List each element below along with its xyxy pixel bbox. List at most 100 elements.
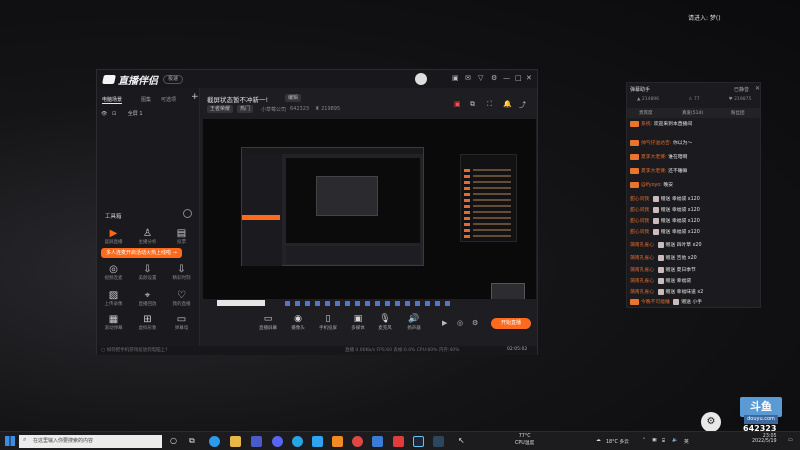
app-icon[interactable] [312,436,323,447]
stream-controls: ▭ 直播屏幕 ◉ 摄像头 ▯ 手机投屏 ▣ 多媒体 🎙 麦克风 🔊 扬声器 ▶ … [201,308,537,336]
tool-my-live[interactable]: ♡ 我的直播 [169,290,194,307]
popout-icon[interactable]: ⧉ [470,100,475,109]
control-screen[interactable]: ▭ 直播屏幕 [255,314,281,331]
tool-label: 竖屏直播 [104,240,123,245]
volume-icon[interactable]: 🔈 [672,438,678,443]
gift-message: 甜心问我 赠送 幸福袋 x120 [630,228,700,238]
mail-icon[interactable]: ✉ [465,74,471,82]
tool-beauty[interactable]: ⇩ 美颜设置 [135,264,160,281]
msg-text: 赠送 小手 [681,300,703,305]
gift-icon[interactable]: ▣ [452,74,459,82]
msg-user: 甜心问我 [630,208,650,213]
steam-icon[interactable] [413,436,424,447]
edit-tag[interactable]: 编辑 [285,94,302,102]
share-icon[interactable]: ⤴ [519,100,526,110]
app-icon[interactable] [251,436,262,447]
taskbar-search-input[interactable]: 在这里输入你要搜索的内容 [19,435,162,448]
camera-icon: ◉ [294,314,302,324]
close-icon[interactable]: ✕ [526,74,532,82]
control-media[interactable]: ▣ 多媒体 [345,314,371,331]
record-icon[interactable]: ▶ [442,319,447,327]
category-tag[interactable]: 王者荣耀 [207,105,234,113]
tab-fan-club[interactable]: 粉丝团 [731,110,745,116]
tab-vip[interactable]: 贵宾席 [639,110,653,116]
network-icon[interactable]: ⌸ [662,438,665,444]
cortana-icon[interactable]: ○ [170,436,177,445]
gift-icon [657,277,664,284]
maximize-icon[interactable]: □ [515,74,522,82]
badge-icon [630,181,639,188]
gift-message: 甜心问我 赠送 幸福袋 x120 [630,217,700,227]
app-icon[interactable] [393,436,404,447]
captured-taskbar [203,299,536,308]
tool-danmaku[interactable]: ▦ 滚动弹幕 [101,314,126,331]
tool-analysis[interactable]: ♙ 主播分析 [135,228,160,245]
minimize-icon[interactable]: — [503,74,510,82]
toolbox-settings-icon[interactable] [183,209,192,218]
clock[interactable]: 23:05 2022/5/19 [752,434,777,444]
notification-icon[interactable]: ▭ [788,438,793,443]
ime-indicator[interactable]: 英 [684,438,689,445]
edge-icon[interactable] [209,436,220,447]
stat-online: ♙ 77 [688,97,700,102]
danmaku-tabs: 贵宾席 真爱(514) 粉丝团 [627,108,760,118]
control-label: 多媒体 [351,326,365,331]
mic-icon: 🎙 [379,314,391,324]
gift-icon[interactable]: ▣ [454,100,461,108]
weather[interactable]: 18°C 多云 [606,438,629,445]
control-speaker[interactable]: 🔊 扬声器 [401,314,427,331]
explorer-icon[interactable] [230,436,241,447]
steam-icon[interactable]: ⚙ [701,412,721,432]
steam-icon[interactable] [433,436,444,447]
stream-preview[interactable] [203,119,536,308]
gift-icon [657,254,664,261]
tool-vertical-live[interactable]: ▶ 竖屏直播 [101,228,126,245]
bell-icon[interactable]: 🔔 [503,100,512,108]
danmaku-status[interactable]: 已静音 [734,86,749,93]
close-icon[interactable]: ✕ [755,85,760,92]
lock-icon[interactable]: ⊡ [112,111,116,117]
task-view-icon[interactable]: ⧉ [189,436,195,446]
version-pill[interactable]: 极速 [163,75,184,84]
tool-highlights[interactable]: ⇩ 精彩时刻 [169,264,194,281]
telegram-icon[interactable] [292,436,303,447]
tab-true-love[interactable]: 真爱(514) [682,110,703,116]
discord-icon[interactable] [272,436,283,447]
help-link[interactable]: ▢ 如何把手机游戏投放到电脑上? [101,347,168,353]
settings-icon[interactable]: ⚙ [491,74,497,82]
preview-icon[interactable]: ◎ [457,319,463,327]
nested-deep-capture [316,176,378,216]
control-phone[interactable]: ▯ 手机投屏 [315,314,341,331]
avatar[interactable] [415,73,427,85]
tool-replay[interactable]: ⌖ 直播回放 [135,290,160,307]
go-live-button[interactable]: 开始直播 [491,318,531,329]
tab-options[interactable]: 可选项 [161,96,176,103]
gift-icon [673,298,680,305]
add-scene-button[interactable]: + [191,92,199,102]
tool-avatar[interactable]: ⊞ 虚拟形象 [135,314,160,331]
eye-icon[interactable]: 👁 [101,111,107,117]
tray-app-icon[interactable]: ▣ [652,438,657,443]
windows-start-icon[interactable] [5,436,15,446]
tool-danmaku-wall[interactable]: ▭ 弹幕墙 [169,314,194,331]
subcategory-tag[interactable]: 热门 [237,105,254,113]
tool-vote[interactable]: ▤ 投票 [169,228,194,245]
promo-tooltip[interactable]: 多人连麦开启活动火热上线啦 → [101,248,182,258]
control-mic[interactable]: 🎙 麦克风 [372,314,398,331]
fullscreen-icon[interactable]: ⛶ [487,100,492,109]
cpu-temp-widget[interactable]: 77°C CPU温度 [515,434,534,446]
app-icon[interactable] [352,436,363,447]
tray-chevron-icon[interactable]: ⌃ [642,438,646,443]
scene-item[interactable]: 👁 ⊡ 全屏 1 [101,110,196,119]
settings-icon[interactable]: ⚙ [472,319,478,327]
streaming-app-icon[interactable] [332,436,343,447]
tab-gallery[interactable]: 图集 [141,96,151,103]
danmaku-message: 夏李大老婆: 谁在暗啊 [630,153,687,163]
stream-title[interactable]: 截屏状态暂不冲新一! [207,94,268,104]
tool-video-link[interactable]: ◎ 视频连麦 [101,264,126,281]
tab-scenes[interactable]: 电脑场景 [102,96,123,104]
tool-upload[interactable]: ▨ 上传录像 [101,290,126,307]
app-icon[interactable] [372,436,383,447]
control-camera[interactable]: ◉ 摄像头 [285,314,311,331]
filter-icon[interactable]: ▽ [478,74,483,82]
